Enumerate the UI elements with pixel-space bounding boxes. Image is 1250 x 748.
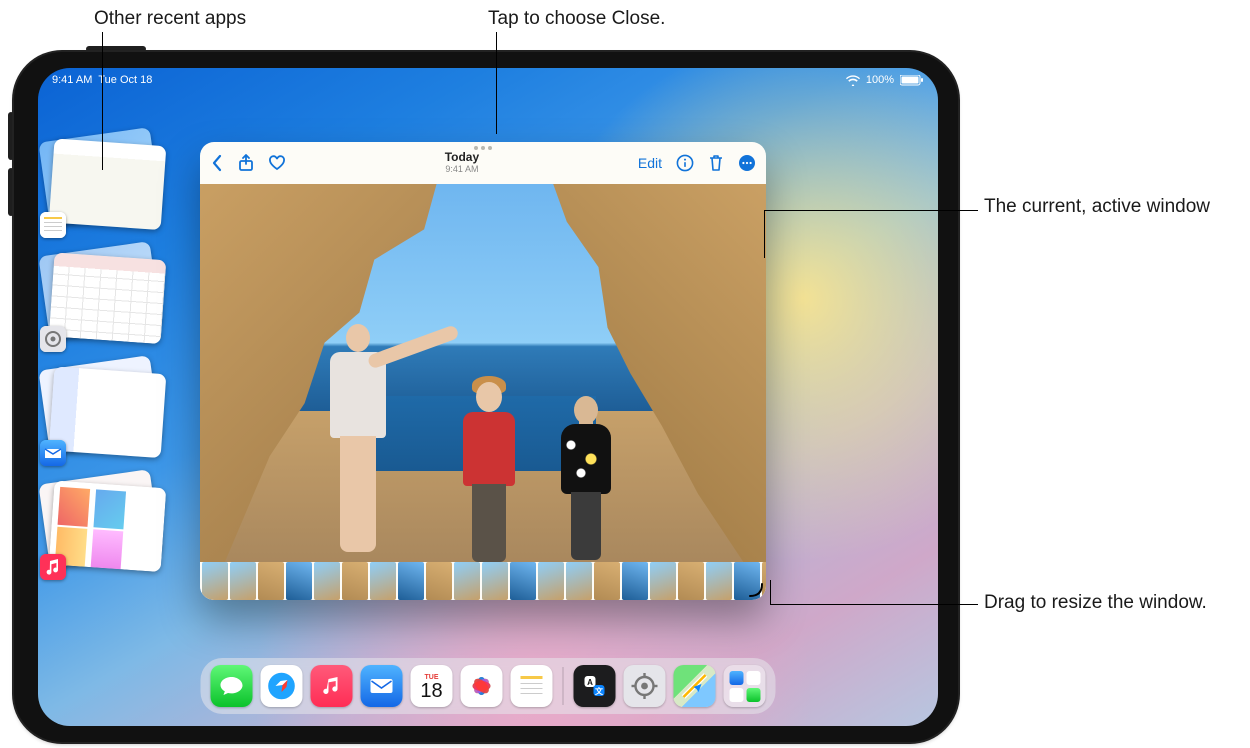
photo-title: Today — [298, 151, 626, 164]
callout-active-window: The current, active window — [984, 194, 1224, 220]
back-button[interactable] — [210, 154, 224, 172]
recent-apps-strip — [48, 136, 172, 574]
dock-maps-icon[interactable] — [674, 665, 716, 707]
favorite-button[interactable] — [268, 155, 286, 171]
active-window-photos[interactable]: Today 9:41 AM Edit — [200, 142, 766, 600]
dock-calendar-icon[interactable]: TUE 18 — [411, 665, 453, 707]
dock-music-icon[interactable] — [311, 665, 353, 707]
photo-content[interactable] — [200, 184, 766, 562]
recent-app-notes[interactable] — [48, 136, 172, 232]
notes-app-icon — [40, 212, 66, 238]
photo-person-1 — [313, 314, 403, 554]
recent-app-mail[interactable] — [48, 364, 172, 460]
settings-app-icon — [40, 326, 66, 352]
ipad-device-frame: 9:41 AM Tue Oct 18 100% — [14, 52, 958, 742]
recent-app-music[interactable] — [48, 478, 172, 574]
music-app-icon — [40, 554, 66, 580]
edit-button[interactable]: Edit — [638, 155, 662, 171]
window-resize-handle[interactable] — [746, 580, 764, 598]
photo-thumbnail-strip[interactable] — [200, 562, 766, 600]
dock-messages-icon[interactable] — [211, 665, 253, 707]
more-button[interactable] — [738, 154, 756, 172]
status-bar: 9:41 AM Tue Oct 18 100% — [38, 68, 938, 92]
status-battery-pct: 100% — [866, 74, 894, 86]
trash-button[interactable] — [708, 154, 724, 172]
svg-text:A: A — [587, 678, 593, 687]
photo-person-2 — [449, 354, 529, 554]
dock-calendar-day: 18 — [420, 681, 442, 701]
dock-mail-icon[interactable] — [361, 665, 403, 707]
svg-text:文: 文 — [595, 686, 604, 696]
share-button[interactable] — [238, 154, 254, 172]
dock-photos-icon[interactable] — [461, 665, 503, 707]
photo-person-3 — [551, 364, 621, 554]
wifi-icon — [846, 74, 860, 86]
recent-app-calendar[interactable] — [48, 250, 172, 346]
dock-translate-icon[interactable]: A文 — [574, 665, 616, 707]
status-date: Tue Oct 18 — [98, 74, 152, 86]
dock-settings-icon[interactable] — [624, 665, 666, 707]
callout-close: Tap to choose Close. — [488, 6, 665, 32]
dock-app-library-icon[interactable] — [724, 665, 766, 707]
info-button[interactable] — [676, 154, 694, 172]
ipad-screen: 9:41 AM Tue Oct 18 100% — [38, 68, 938, 726]
dock-separator — [563, 667, 564, 705]
dock: TUE 18 — [201, 658, 776, 714]
window-grip-handle[interactable] — [474, 146, 492, 150]
dock-safari-icon[interactable] — [261, 665, 303, 707]
mail-app-icon — [40, 440, 66, 466]
battery-icon — [900, 74, 924, 86]
dock-notes-icon[interactable] — [511, 665, 553, 707]
photo-subtitle: 9:41 AM — [298, 165, 626, 175]
callout-recent-apps: Other recent apps — [94, 6, 246, 32]
callout-resize: Drag to resize the window. — [984, 590, 1224, 616]
status-time: 9:41 AM — [52, 74, 92, 86]
